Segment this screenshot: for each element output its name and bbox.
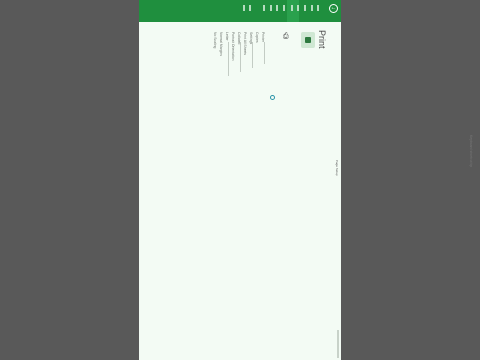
option-divider (228, 42, 229, 76)
option-label[interactable]: Letter (225, 32, 229, 41)
option-label[interactable]: Printer (261, 32, 265, 42)
ribbon-tab[interactable] (297, 5, 299, 11)
option-label[interactable]: No Scaling (213, 32, 217, 48)
print-button[interactable] (301, 32, 315, 48)
ribbon-selected-tab[interactable] (287, 0, 299, 22)
option-label[interactable]: Portrait Orientation (231, 32, 235, 60)
option-label[interactable]: Normal Margins (219, 32, 223, 56)
ribbon-tab[interactable] (249, 5, 251, 11)
option-divider (240, 42, 241, 72)
print-backstage-panel: ← Print ⎙ Printer Copies Settings Print … (139, 0, 341, 360)
ribbon-tab[interactable] (304, 5, 306, 11)
option-label[interactable]: Copies (255, 32, 259, 43)
ribbon-tab[interactable] (291, 5, 293, 11)
document-preview-icon (305, 37, 311, 43)
ribbon-tab[interactable] (283, 5, 285, 11)
option-divider (252, 42, 253, 68)
spinner-icon (270, 95, 275, 100)
printer-icon: ⎙ (283, 33, 289, 40)
page-title: Print (317, 30, 327, 49)
page-setup-link[interactable]: Page Setup (335, 160, 339, 176)
back-arrow-icon[interactable]: ← (329, 4, 338, 13)
option-label[interactable]: Print All Sheets (243, 32, 247, 55)
ribbon-tab[interactable] (276, 5, 278, 11)
ribbon-bar: ← (139, 0, 341, 22)
ribbon-tab[interactable] (270, 5, 272, 11)
ribbon-tab[interactable] (263, 5, 265, 11)
option-divider (264, 42, 265, 64)
ribbon-tab[interactable] (317, 5, 319, 11)
scrollbar[interactable] (337, 330, 339, 358)
ribbon-tab[interactable] (243, 5, 245, 11)
ghost-caption: Keyboard shortcut tip (469, 135, 473, 168)
ribbon-tab[interactable] (311, 5, 313, 11)
